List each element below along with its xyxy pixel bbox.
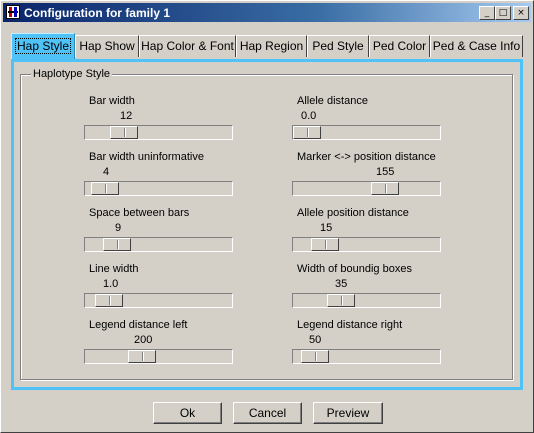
marker-position-distance-slider[interactable] [292,181,441,196]
slider-thumb[interactable] [103,238,131,251]
slider-thumb[interactable] [293,126,321,139]
legend-distance-right-slider[interactable] [292,349,441,364]
ok-button[interactable]: Ok [153,402,222,424]
slider-thumb[interactable] [301,350,329,363]
tab-label: Ped Style [312,39,364,53]
group-title: Haplotype Style [31,68,113,80]
slider-thumb[interactable] [371,182,399,195]
legend-distance-left-slider[interactable] [84,349,233,364]
allele-distance-label: Allele distance [297,95,368,107]
tab-panel-body: Haplotype Style Bar width 12 Bar width u… [14,62,520,387]
slider-thumb[interactable] [110,126,138,139]
legend-distance-left-label: Legend distance left [89,319,188,331]
tab-label: Ped & Case Info [432,39,521,53]
tab-hap-show[interactable]: Hap Show [75,35,139,57]
allele-distance-value: 0.0 [301,110,317,122]
line-width-slider[interactable] [84,293,233,308]
tab-label: Hap Color & Font [141,39,234,53]
bar-width-slider[interactable] [84,125,233,140]
width-bounding-boxes-value: 35 [335,278,348,290]
minimize-button[interactable]: _ [479,6,495,20]
tab-label: Hap Region [239,39,304,53]
marker-position-distance-label: Marker <-> position distance [297,151,436,163]
tab-ped-color[interactable]: Ped Color [369,35,430,57]
bar-width-value: 12 [120,110,133,122]
marker-position-distance-value: 155 [376,166,395,178]
app-icon [6,5,20,19]
haplotype-style-group: Haplotype Style Bar width 12 Bar width u… [20,68,513,380]
tab-label: Hap Show [79,39,135,53]
slider-thumb[interactable] [95,294,123,307]
allele-position-distance-value: 15 [320,222,333,234]
window-title: Configuration for family 1 [24,6,171,20]
maximize-button[interactable]: □ [495,6,511,20]
tab-label: Hap Style [14,38,72,54]
tab-hap-style[interactable]: Hap Style [11,33,75,59]
space-between-bars-slider[interactable] [84,237,233,252]
cancel-button[interactable]: Cancel [233,402,302,424]
tab-label: Ped Color [372,39,427,53]
preview-button[interactable]: Preview [313,402,383,424]
close-button[interactable]: × [513,6,529,20]
bar-width-uninformative-value: 4 [103,166,110,178]
legend-distance-left-value: 200 [134,334,153,346]
tab-panel: Haplotype Style Bar width 12 Bar width u… [11,59,523,390]
tab-hap-color-font[interactable]: Hap Color & Font [139,35,236,57]
line-width-value: 1.0 [103,278,119,290]
allele-distance-slider[interactable] [292,125,441,140]
width-bounding-boxes-slider[interactable] [292,293,441,308]
bar-width-uninformative-slider[interactable] [84,181,233,196]
space-between-bars-value: 9 [115,222,122,234]
tab-ped-style[interactable]: Ped Style [307,35,369,57]
legend-distance-right-value: 50 [309,334,322,346]
tab-strip: Hap Style Hap Show Hap Color & Font Hap … [11,33,523,59]
slider-thumb[interactable] [128,350,156,363]
allele-position-distance-label: Allele position distance [297,207,409,219]
legend-distance-right-label: Legend distance right [297,319,403,331]
space-between-bars-label: Space between bars [89,207,190,219]
tab-ped-case-info[interactable]: Ped & Case Info [430,35,523,57]
bar-width-uninformative-label: Bar width uninformative [89,151,204,163]
tab-hap-region[interactable]: Hap Region [236,35,307,57]
slider-thumb[interactable] [91,182,119,195]
slider-thumb[interactable] [311,238,339,251]
allele-position-distance-slider[interactable] [292,237,441,252]
config-window: Configuration for family 1 _ □ × Hap Sty… [0,0,534,433]
slider-thumb[interactable] [327,294,355,307]
width-bounding-boxes-label: Width of boundig boxes [297,263,412,275]
bar-width-label: Bar width [89,95,135,107]
title-bar[interactable]: Configuration for family 1 _ □ × [3,3,531,22]
line-width-label: Line width [89,263,139,275]
